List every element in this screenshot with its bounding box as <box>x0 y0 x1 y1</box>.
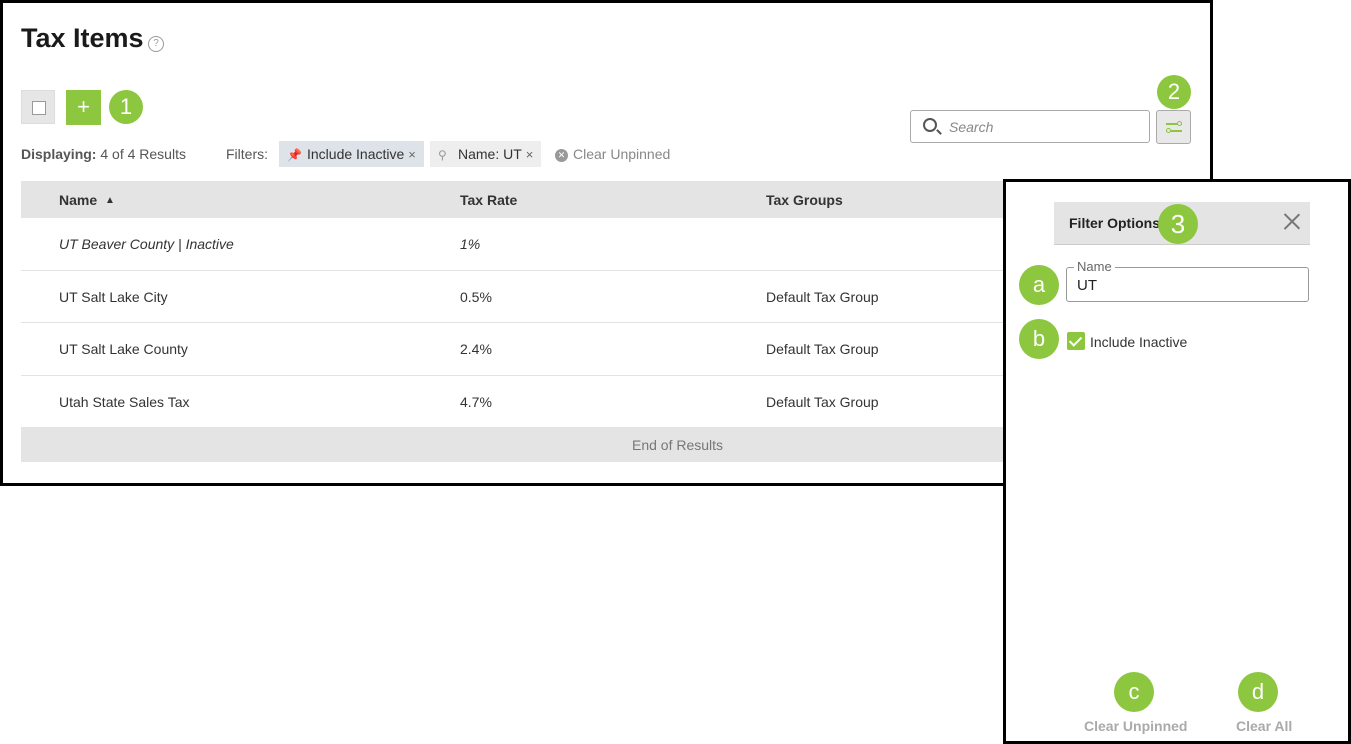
cell-rate: 2.4% <box>460 341 492 357</box>
add-tax-item-button[interactable]: + <box>66 90 101 125</box>
pin-outline-icon[interactable]: ⚲ <box>438 142 452 168</box>
chip-label: Name: UT <box>458 146 522 162</box>
column-tax-groups[interactable]: Tax Groups <box>766 192 843 208</box>
search-placeholder: Search <box>949 119 994 135</box>
callout-d: d <box>1238 672 1278 712</box>
callout-3: 3 <box>1158 204 1198 244</box>
column-tax-rate[interactable]: Tax Rate <box>460 192 517 208</box>
filters-label: Filters: <box>226 146 268 162</box>
filter-chip-include-inactive[interactable]: 📌 Include Inactive × <box>279 141 424 167</box>
close-icon[interactable] <box>1283 212 1301 230</box>
cell-rate: 1% <box>460 236 481 252</box>
filter-options-panel: Filter Options 3 a Name UT b Include Ina… <box>1003 179 1351 744</box>
chip-label: Include Inactive <box>307 146 405 162</box>
clear-unpinned-button[interactable]: Clear Unpinned <box>1084 718 1187 734</box>
cell-groups: Default Tax Group <box>766 393 879 410</box>
callout-c: c <box>1114 672 1154 712</box>
help-icon[interactable]: ? <box>148 36 164 52</box>
checkbox-box <box>32 101 46 115</box>
filter-slider-knob <box>1166 128 1171 133</box>
filter-options-button[interactable] <box>1156 110 1191 144</box>
include-inactive-label[interactable]: Include Inactive <box>1090 334 1187 350</box>
remove-chip-icon[interactable]: × <box>408 147 416 162</box>
cell-name: UT Salt Lake City <box>59 288 168 305</box>
page-title: Tax Items <box>21 23 144 53</box>
name-field-label: Name <box>1074 259 1115 274</box>
filter-slider-knob <box>1177 121 1182 126</box>
search-input[interactable]: Search <box>910 110 1150 143</box>
clear-all-button[interactable]: Clear All <box>1236 718 1292 734</box>
cell-name: UT Beaver County | Inactive <box>59 236 234 252</box>
cell-name: UT Salt Lake County <box>59 341 188 357</box>
callout-a: a <box>1019 265 1059 305</box>
select-all-checkbox[interactable] <box>21 90 55 124</box>
search-icon <box>923 118 937 132</box>
filter-chip-name[interactable]: ⚲ Name: UT × <box>430 141 542 168</box>
results-count-value: 4 of 4 Results <box>100 146 186 162</box>
cell-groups: Default Tax Group <box>766 341 879 357</box>
clear-unpinned-label: Clear Unpinned <box>573 146 671 162</box>
name-field-value: UT <box>1077 277 1097 294</box>
cell-groups: Default Tax Group <box>766 288 879 305</box>
name-filter-field[interactable]: Name UT <box>1066 259 1309 302</box>
pin-icon[interactable]: 📌 <box>287 142 302 168</box>
column-name-label: Name <box>59 192 98 208</box>
cell-rate: 0.5% <box>460 288 492 305</box>
clear-circle-icon: ✕ <box>555 149 568 162</box>
include-inactive-checkbox[interactable] <box>1067 332 1085 350</box>
filter-panel-title: Filter Options <box>1069 215 1160 231</box>
callout-2: 2 <box>1157 75 1191 109</box>
clear-unpinned-link[interactable]: ✕ Clear Unpinned <box>555 146 670 162</box>
sort-ascending-icon: ▲ <box>105 195 115 206</box>
cell-name: Utah State Sales Tax <box>59 393 190 410</box>
cell-rate: 4.7% <box>460 393 492 410</box>
results-count-label: Displaying: <box>21 146 97 162</box>
column-name[interactable]: Name ▲ <box>59 192 115 208</box>
callout-1: 1 <box>109 90 143 124</box>
results-count: Displaying: 4 of 4 Results <box>21 146 186 162</box>
remove-chip-icon[interactable]: × <box>526 147 534 162</box>
callout-b: b <box>1019 319 1059 359</box>
